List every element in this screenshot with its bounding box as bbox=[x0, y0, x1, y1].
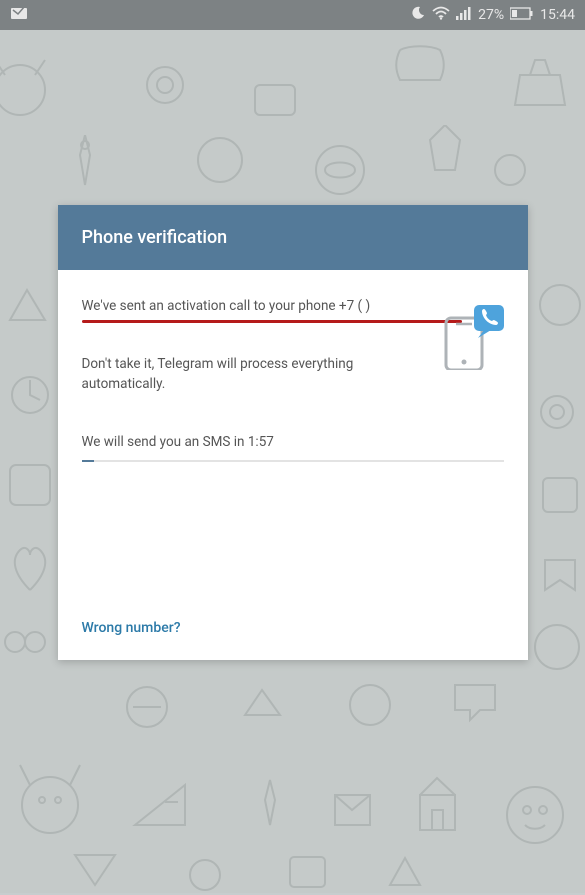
clock-time: 15:44 bbox=[540, 7, 575, 23]
card-header: Phone verification bbox=[58, 205, 528, 270]
card-body: We've sent an activation call to your ph… bbox=[58, 270, 528, 660]
progress-fill bbox=[82, 460, 95, 462]
sms-countdown-text: We will send you an SMS in 1:57 bbox=[82, 434, 504, 450]
wrong-number-link[interactable]: Wrong number? bbox=[82, 620, 181, 636]
moon-icon bbox=[410, 5, 426, 25]
countdown-progress bbox=[82, 460, 504, 462]
emphasis-underline bbox=[82, 320, 462, 323]
battery-icon bbox=[510, 7, 534, 24]
wifi-icon bbox=[432, 6, 450, 24]
status-bar: 27% 15:44 bbox=[0, 0, 585, 30]
card-title: Phone verification bbox=[82, 227, 228, 248]
verification-card: Phone verification We've sent an activat… bbox=[58, 205, 528, 660]
notification-icon bbox=[10, 8, 28, 24]
instruction-text: Don't take it, Telegram will process eve… bbox=[82, 355, 392, 394]
phone-call-icon bbox=[436, 300, 506, 374]
battery-percent: 27% bbox=[478, 7, 504, 23]
signal-icon bbox=[456, 6, 472, 24]
